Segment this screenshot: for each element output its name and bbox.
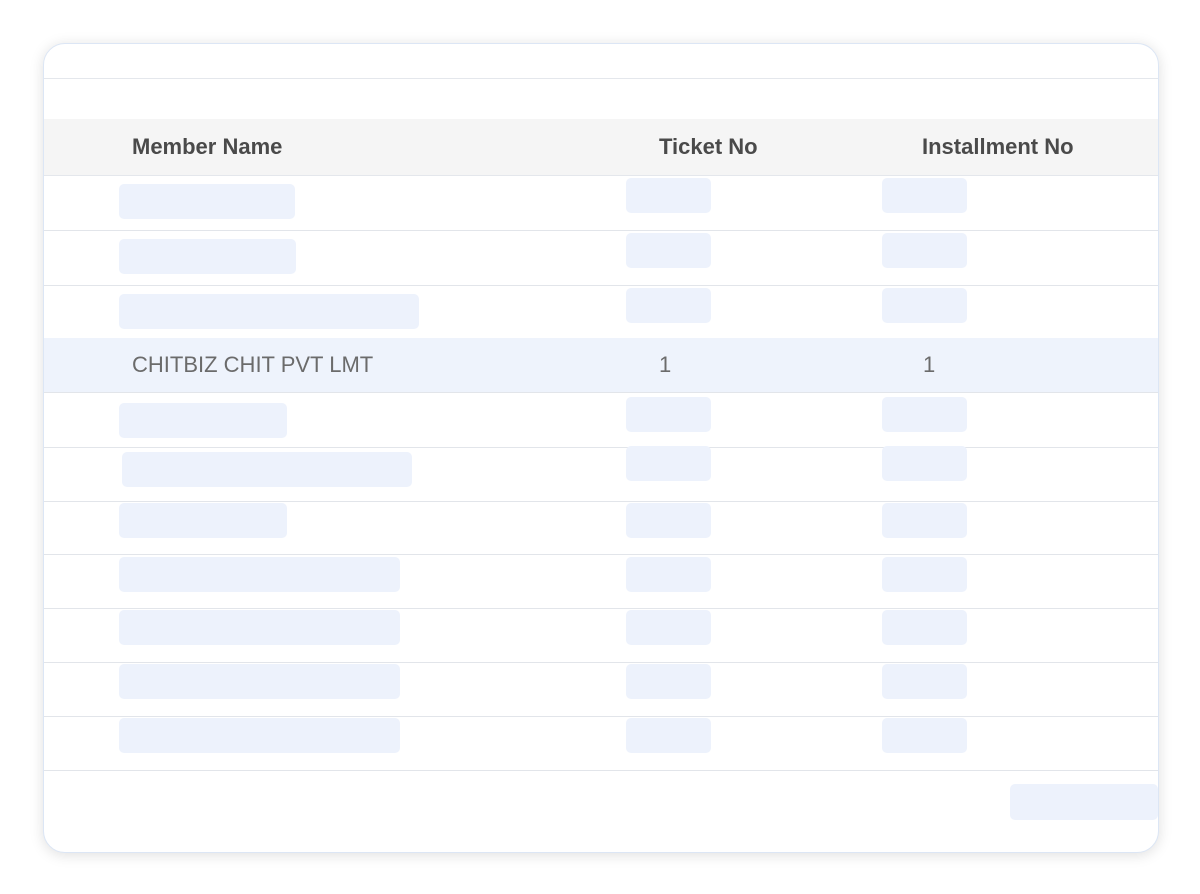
table-row-loading <box>44 500 1158 555</box>
table-row-loading <box>44 554 1158 609</box>
skeleton-ticket-no <box>626 397 711 432</box>
table-row-loading <box>44 446 1158 502</box>
skeleton-member-name <box>119 184 295 219</box>
table-row-loading <box>44 716 1158 771</box>
skeleton-member-name <box>119 664 400 699</box>
skeleton-member-name <box>119 610 400 645</box>
skeleton-member-name <box>119 557 400 592</box>
skeleton-ticket-no <box>626 664 711 699</box>
skeleton-ticket-no <box>626 557 711 592</box>
skeleton-member-name <box>119 718 400 753</box>
table-row-loading <box>44 231 1158 286</box>
table-row[interactable]: CHITBIZ CHIT PVT LMT 1 1 <box>44 338 1158 393</box>
skeleton-ticket-no <box>626 610 711 645</box>
column-header-member-name[interactable]: Member Name <box>132 119 282 175</box>
skeleton-ticket-no <box>626 233 711 268</box>
column-header-installment-no[interactable]: Installment No <box>922 119 1074 175</box>
skeleton-member-name <box>122 452 412 487</box>
skeleton-installment-no <box>882 288 967 323</box>
pagination-skeleton <box>1010 784 1158 820</box>
skeleton-ticket-no <box>626 718 711 753</box>
table-row-loading <box>44 662 1158 717</box>
skeleton-installment-no <box>882 557 967 592</box>
table-row-loading <box>44 176 1158 231</box>
skeleton-ticket-no <box>626 446 711 481</box>
skeleton-installment-no <box>882 178 967 213</box>
skeleton-installment-no <box>882 397 967 432</box>
members-table-card: Member Name Ticket No Installment No CHI… <box>43 43 1159 853</box>
table-row-loading <box>44 285 1158 340</box>
skeleton-ticket-no <box>626 288 711 323</box>
column-header-ticket-no[interactable]: Ticket No <box>659 119 758 175</box>
skeleton-installment-no <box>882 610 967 645</box>
skeleton-member-name <box>119 294 419 329</box>
skeleton-member-name <box>119 239 296 274</box>
skeleton-ticket-no <box>626 178 711 213</box>
table-row-loading <box>44 608 1158 663</box>
table-header: Member Name Ticket No Installment No <box>44 119 1158 176</box>
skeleton-installment-no <box>882 233 967 268</box>
skeleton-installment-no <box>882 718 967 753</box>
skeleton-installment-no <box>882 503 967 538</box>
cell-ticket-no: 1 <box>659 352 672 377</box>
skeleton-member-name <box>119 503 287 538</box>
table-row-loading <box>44 393 1158 448</box>
cell-installment-no: 1 <box>923 352 936 377</box>
cell-member-name: CHITBIZ CHIT PVT LMT <box>132 352 374 377</box>
skeleton-member-name <box>119 403 287 438</box>
skeleton-ticket-no <box>626 503 711 538</box>
top-divider <box>44 78 1158 79</box>
skeleton-installment-no <box>882 446 967 481</box>
skeleton-installment-no <box>882 664 967 699</box>
